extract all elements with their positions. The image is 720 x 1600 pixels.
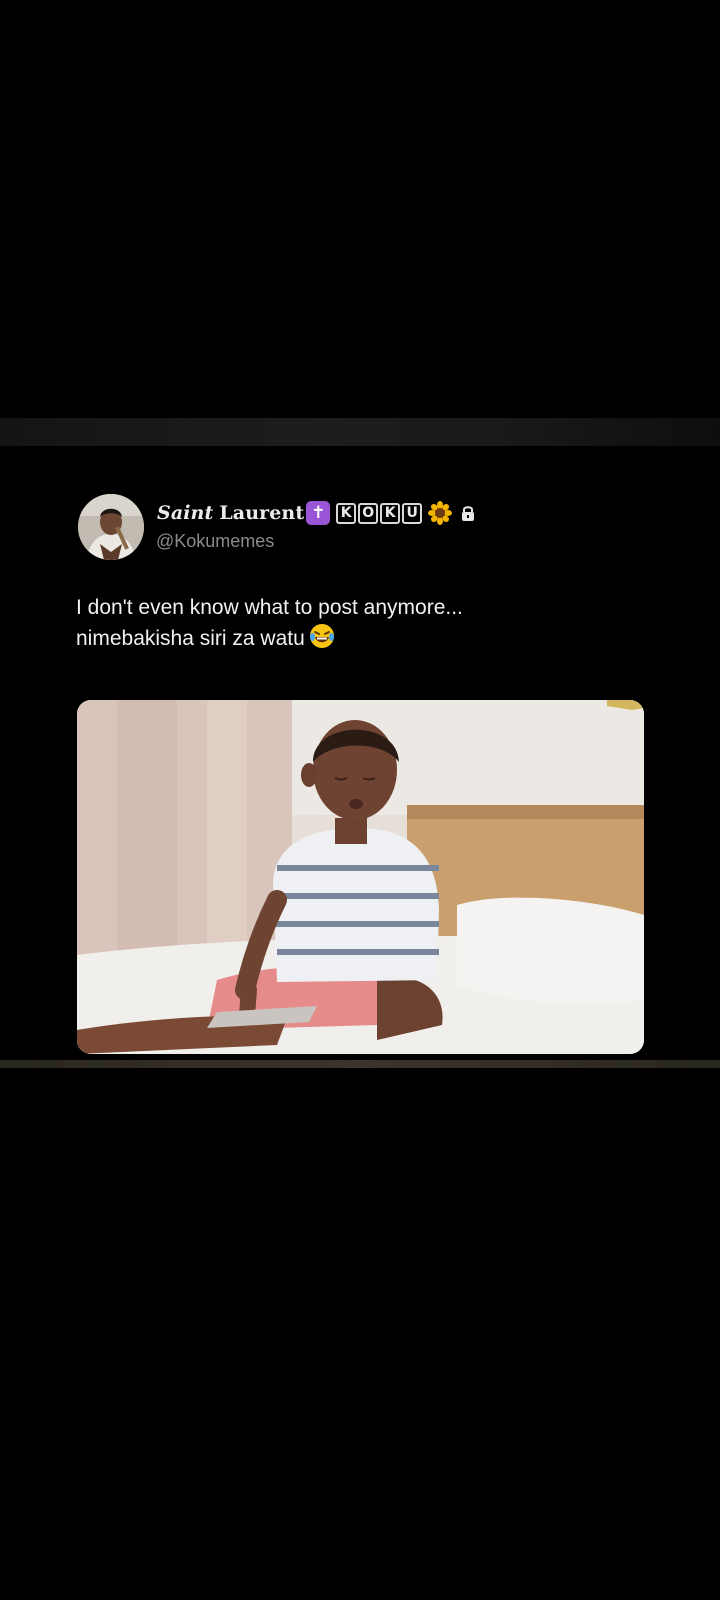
badge-letter: O [358,502,379,524]
tweet-text-line-2: nimebakisha siri za watu [76,623,656,654]
tweet-text-line: I don't even know what to post anymore..… [76,596,463,619]
display-name-rest: Laurent [219,502,305,524]
screenshot-bottom-edge [0,1060,720,1068]
display-name[interactable]: Saint Laurent [157,502,304,524]
latin-cross-icon: ✝ [306,501,331,525]
author-name-row[interactable]: Saint Laurent ✝ K O K U [157,500,476,526]
sunflower-icon [428,501,453,525]
badge-letter: K [336,502,357,524]
tweet-text: I don't even know what to post anymore..… [76,592,656,654]
koku-badge: K O K U [336,502,423,524]
screen: Saint Laurent ✝ K O K U @Kokumemes I don… [0,0,720,1600]
avatar[interactable] [78,494,144,560]
badge-letter: K [380,502,401,524]
tweet-media-image[interactable] [77,700,644,1054]
display-name-script: Saint [157,502,214,524]
badge-letter: U [402,502,423,524]
laughing-tears-icon [309,623,335,649]
author-handle[interactable]: @Kokumemes [156,531,274,552]
tweet-text-line-content: nimebakisha siri za watu [76,627,305,650]
lock-icon [460,504,476,522]
tweet-card[interactable]: Saint Laurent ✝ K O K U @Kokumemes I don… [0,446,720,1062]
screenshot-top-edge [0,418,720,446]
